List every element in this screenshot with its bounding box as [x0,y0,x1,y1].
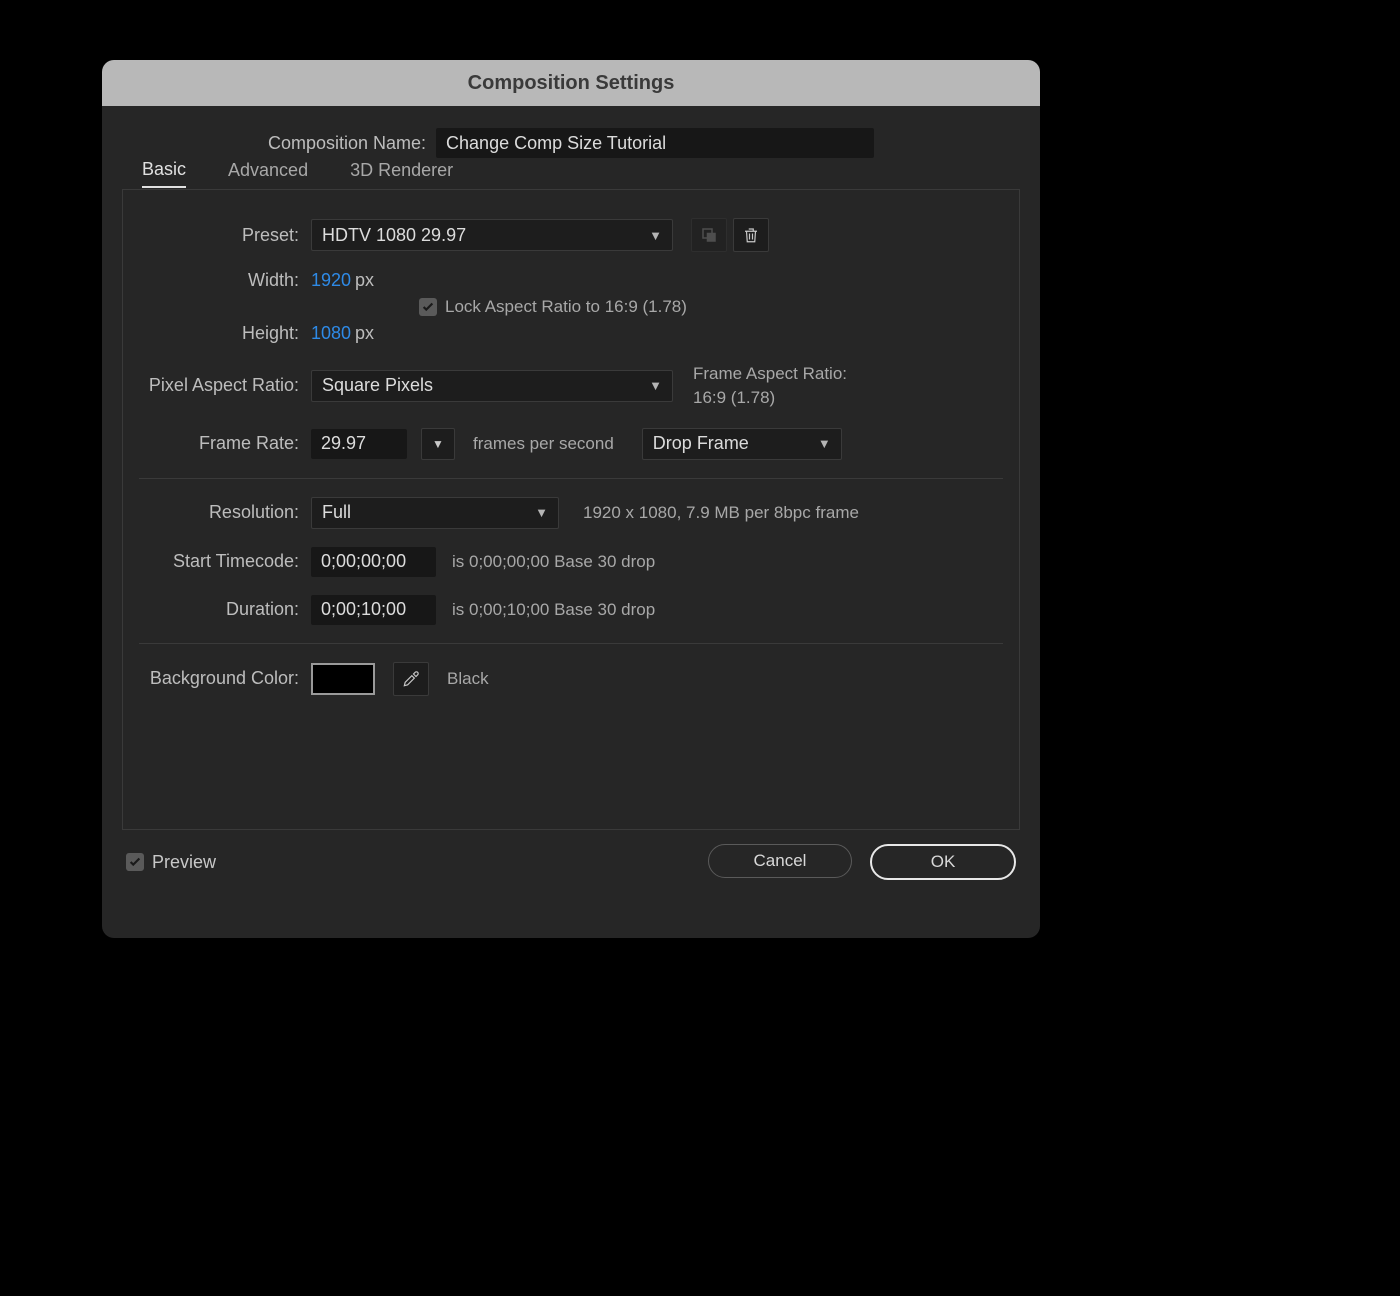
tab-panel-wrap: Basic Advanced 3D Renderer Preset: HDTV … [122,190,1020,830]
resolution-dropdown[interactable]: Full ▼ [311,497,559,529]
dialog-title: Composition Settings [468,72,675,95]
dialog-body: Composition Name: Basic Advanced 3D Rend… [102,106,1040,898]
basic-panel: Preset: HDTV 1080 29.97 ▼ [122,190,1020,830]
pixel-aspect-label: Pixel Aspect Ratio: [139,375,311,396]
lock-aspect-label: Lock Aspect Ratio to 16:9 (1.78) [445,297,687,317]
pixel-aspect-value: Square Pixels [322,375,433,396]
preset-dropdown[interactable]: HDTV 1080 29.97 ▼ [311,219,673,251]
trash-icon [742,226,760,244]
chevron-down-icon: ▼ [649,228,662,243]
button-group: Cancel OK [708,844,1016,880]
resolution-value: Full [322,502,351,523]
bg-color-row: Background Color: Black [139,662,1003,696]
eyedropper-icon [401,669,421,689]
width-label: Width: [139,270,311,291]
dialog-titlebar: Composition Settings [102,60,1040,106]
width-unit: px [355,270,374,291]
delete-preset-button[interactable] [733,218,769,252]
height-value[interactable]: 1080 [311,323,351,344]
checkmark-icon [128,855,142,869]
duration-row: Duration: is 0;00;10;00 Base 30 drop [139,595,1003,625]
bg-color-label: Background Color: [139,668,311,689]
tab-3d-renderer[interactable]: 3D Renderer [350,160,453,187]
dialog-footer: Preview Cancel OK [122,844,1020,880]
preset-row: Preset: HDTV 1080 29.97 ▼ [139,218,1003,252]
save-preset-icon [700,226,718,244]
save-preset-button[interactable] [691,218,727,252]
duration-input[interactable] [311,595,436,625]
fps-text: frames per second [473,434,614,454]
chevron-down-icon: ▼ [535,505,548,520]
composition-name-input[interactable] [436,128,874,158]
framerate-label: Frame Rate: [139,433,311,454]
frame-aspect-info: Frame Aspect Ratio: 16:9 (1.78) [693,362,847,410]
tab-basic[interactable]: Basic [142,159,186,188]
bg-color-swatch[interactable] [311,663,375,695]
resolution-info: 1920 x 1080, 7.9 MB per 8bpc frame [583,503,859,523]
height-unit: px [355,323,374,344]
tabs-bar: Basic Advanced 3D Renderer [122,158,1020,190]
dropframe-value: Drop Frame [653,433,749,454]
start-timecode-input[interactable] [311,547,436,577]
composition-name-row: Composition Name: [122,128,1020,158]
resolution-label: Resolution: [139,502,311,523]
composition-settings-dialog: Composition Settings Composition Name: B… [102,60,1040,938]
lock-aspect-row: Lock Aspect Ratio to 16:9 (1.78) [419,297,1003,317]
start-timecode-row: Start Timecode: is 0;00;00;00 Base 30 dr… [139,547,1003,577]
pixel-aspect-dropdown[interactable]: Square Pixels ▼ [311,370,673,402]
preset-label: Preset: [139,225,311,246]
preset-value: HDTV 1080 29.97 [322,225,466,246]
chevron-down-icon: ▼ [432,437,444,451]
bg-color-name: Black [447,669,489,689]
preview-group: Preview [126,852,216,873]
divider [139,478,1003,479]
start-timecode-info: is 0;00;00;00 Base 30 drop [452,552,655,572]
dropframe-dropdown[interactable]: Drop Frame ▼ [642,428,842,460]
resolution-row: Resolution: Full ▼ 1920 x 1080, 7.9 MB p… [139,497,1003,529]
tab-advanced[interactable]: Advanced [228,160,308,187]
checkmark-icon [421,300,435,314]
framerate-input[interactable] [311,429,407,459]
cancel-button[interactable]: Cancel [708,844,852,878]
frame-aspect-label: Frame Aspect Ratio: [693,364,847,383]
frame-aspect-value: 16:9 (1.78) [693,388,775,407]
duration-label: Duration: [139,599,311,620]
preview-label: Preview [152,852,216,873]
chevron-down-icon: ▼ [649,378,662,393]
chevron-down-icon: ▼ [818,436,831,451]
start-timecode-label: Start Timecode: [139,551,311,572]
height-row: Height: 1080 px [139,323,1003,344]
framerate-row: Frame Rate: ▼ frames per second Drop Fra… [139,428,1003,460]
width-row: Width: 1920 px [139,270,1003,291]
duration-info: is 0;00;10;00 Base 30 drop [452,600,655,620]
height-label: Height: [139,323,311,344]
lock-aspect-checkbox[interactable] [419,298,437,316]
divider [139,643,1003,644]
pixel-aspect-row: Pixel Aspect Ratio: Square Pixels ▼ Fram… [139,362,1003,410]
width-value[interactable]: 1920 [311,270,351,291]
composition-name-label: Composition Name: [268,133,426,154]
preview-checkbox[interactable] [126,853,144,871]
framerate-stepper[interactable]: ▼ [421,428,455,460]
eyedropper-button[interactable] [393,662,429,696]
ok-button[interactable]: OK [870,844,1016,880]
